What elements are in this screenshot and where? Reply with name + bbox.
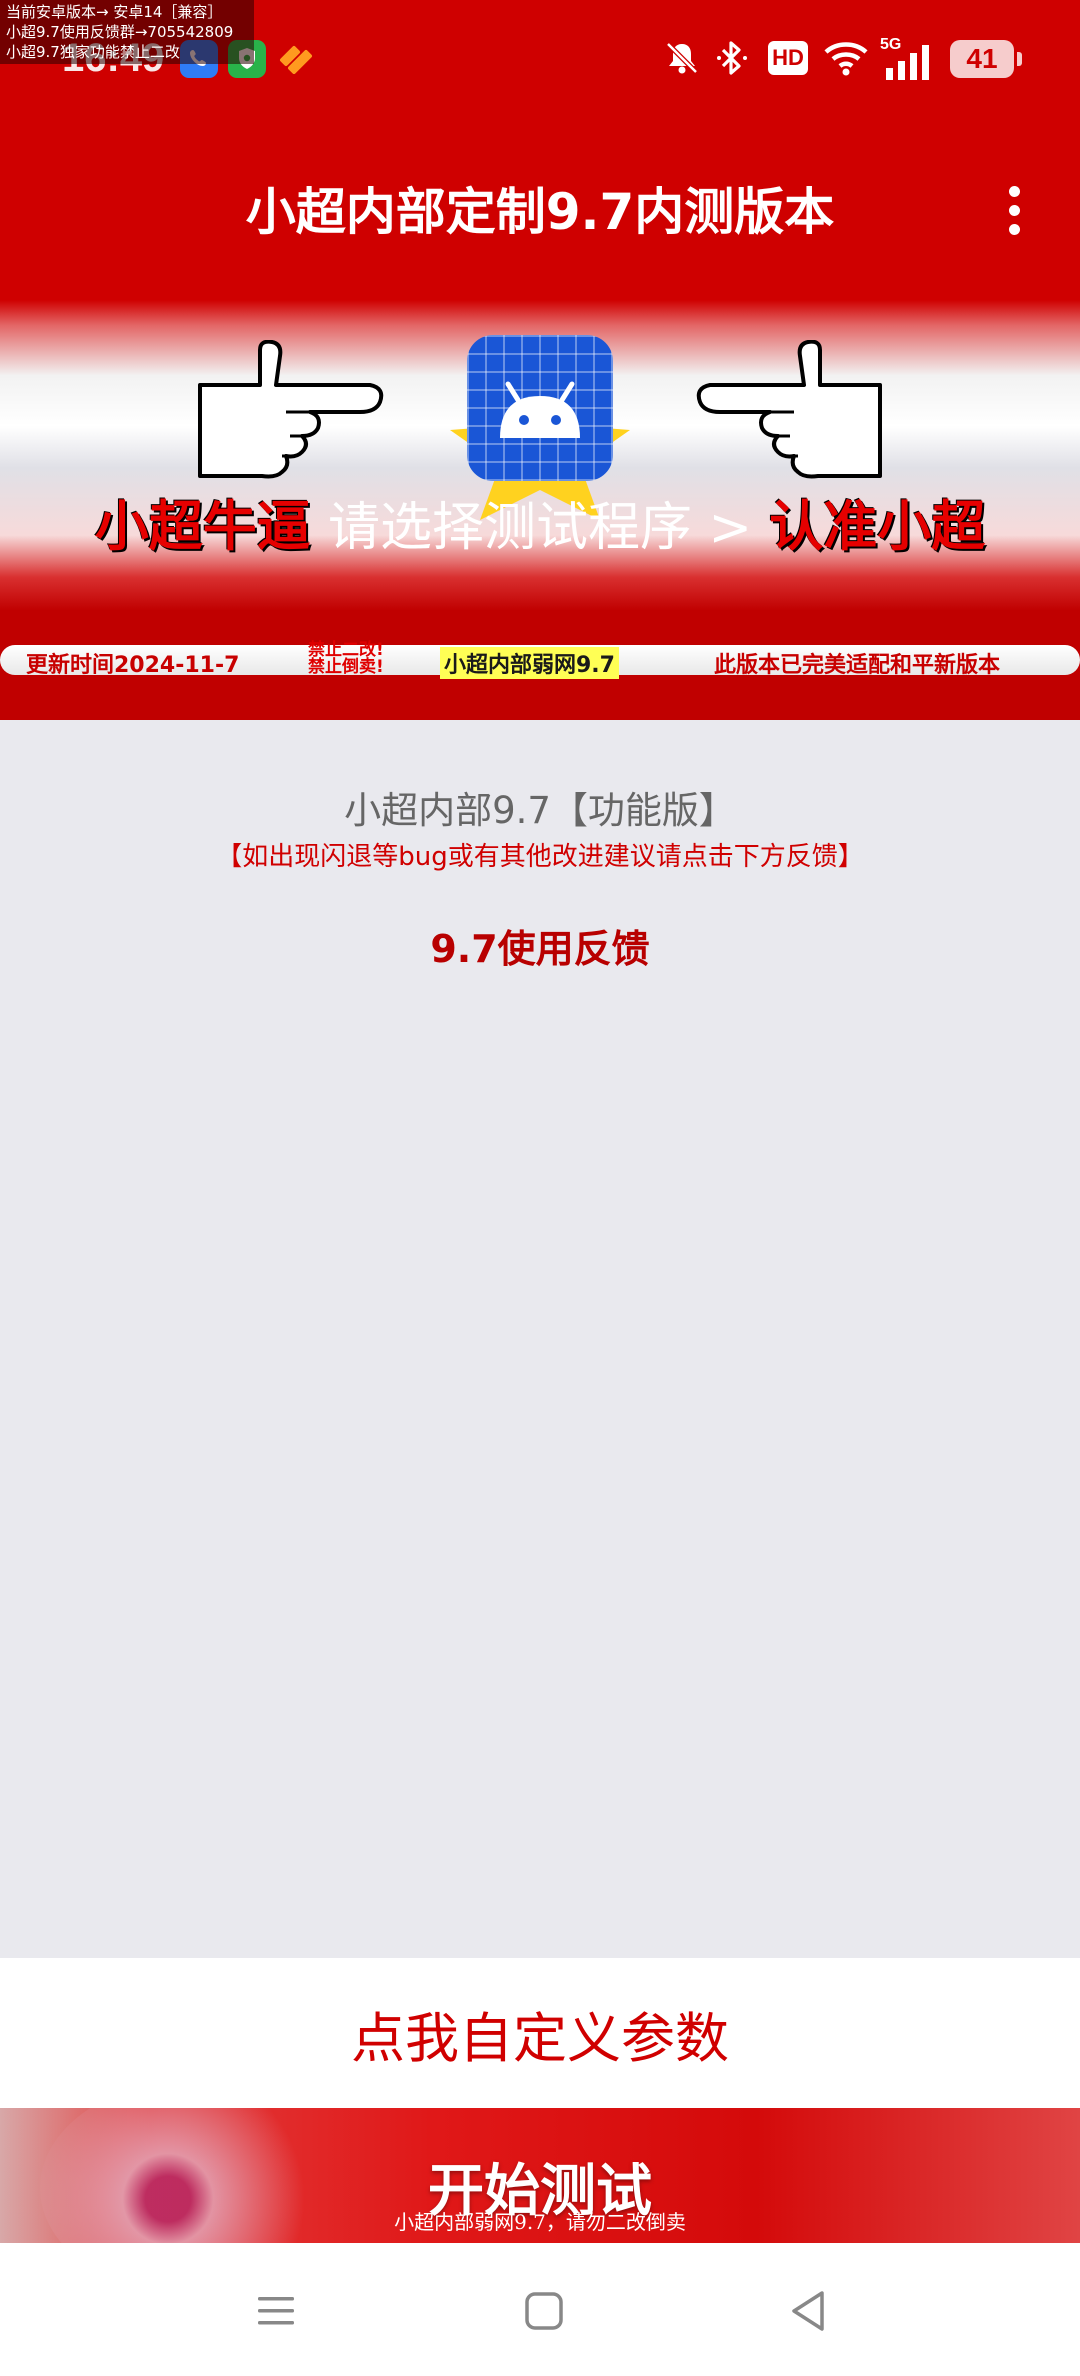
- banner-slogan-right: 认准小超: [769, 495, 986, 558]
- bell-off-icon: [662, 36, 702, 80]
- home-icon[interactable]: [514, 2281, 574, 2341]
- banner-slogan-middle: 请选择测试程序 >: [327, 498, 753, 558]
- ticker-compat-note: 此版本已完美适配和平新版本: [714, 653, 1001, 678]
- app-bar: 小超内部定制9.7内测版本: [0, 120, 1080, 300]
- feedback-link[interactable]: 9.7使用反馈: [0, 918, 1080, 973]
- start-test-button[interactable]: 开始测试 小超内部弱网9.7，请勿二改倒卖: [0, 2108, 1080, 2243]
- overlay-note-line-2: 小超9.7使用反馈群→705542809: [6, 23, 234, 41]
- bluetooth-icon: [714, 36, 750, 80]
- ticker-warning: 禁止二改! 禁止倒卖!: [308, 642, 384, 676]
- banner-slogan-left: 小超牛逼: [94, 495, 311, 558]
- page-title: 小超内部定制9.7内测版本: [245, 183, 835, 241]
- pointing-hand-right-icon: [198, 340, 384, 479]
- wifi-icon: [822, 36, 870, 80]
- feedback-hint: 【如出现闪退等bug或有其他改进建议请点击下方反馈】: [216, 842, 864, 872]
- battery-icon: 41: [950, 40, 1022, 78]
- banner-ticker: 更新时间2024-11-7 禁止二改! 禁止倒卖! 小超内部弱网9.7 此版本已…: [0, 642, 1080, 679]
- overlay-note-line-3: 小超9.7独家功能禁止二改: [6, 43, 180, 61]
- banner-slogan: 小超牛逼 请选择测试程序 > 认准小超: [0, 482, 1080, 561]
- hd-icon: HD: [768, 36, 808, 80]
- function-title: 小超内部9.7【功能版】: [344, 789, 736, 832]
- android-robot-icon: [467, 335, 613, 481]
- back-icon[interactable]: [778, 2281, 838, 2341]
- ticker-warning-2: 禁止倒卖!: [308, 657, 384, 677]
- navigation-bar: [0, 2243, 1080, 2376]
- overlay-note-line-1: 当前安卓版本→ 安卓14［兼容］: [6, 3, 223, 21]
- hd-label: HD: [768, 41, 808, 75]
- more-vert-icon[interactable]: [990, 170, 1038, 250]
- start-test-sublabel: 小超内部弱网9.7，请勿二改倒卖: [394, 2210, 686, 2234]
- custom-params-button[interactable]: 点我自定义参数: [0, 1958, 1080, 2108]
- menu-icon[interactable]: [246, 2281, 306, 2341]
- header-banner: 小超牛逼 请选择测试程序 > 认准小超 更新时间2024-11-7 禁止二改! …: [0, 300, 1080, 720]
- 5g-signal-icon: 5G: [880, 36, 934, 80]
- overlay-note: 当前安卓版本→ 安卓14［兼容］ 小超9.7使用反馈群→705542809 小超…: [0, 0, 254, 64]
- orange-app-icon: [276, 40, 314, 78]
- pointing-hand-left-icon: [696, 340, 882, 479]
- ticker-update-time: 更新时间2024-11-7: [26, 653, 240, 678]
- custom-params-label: 点我自定义参数: [351, 2006, 729, 2070]
- ticker-version: 小超内部弱网9.7: [440, 647, 619, 679]
